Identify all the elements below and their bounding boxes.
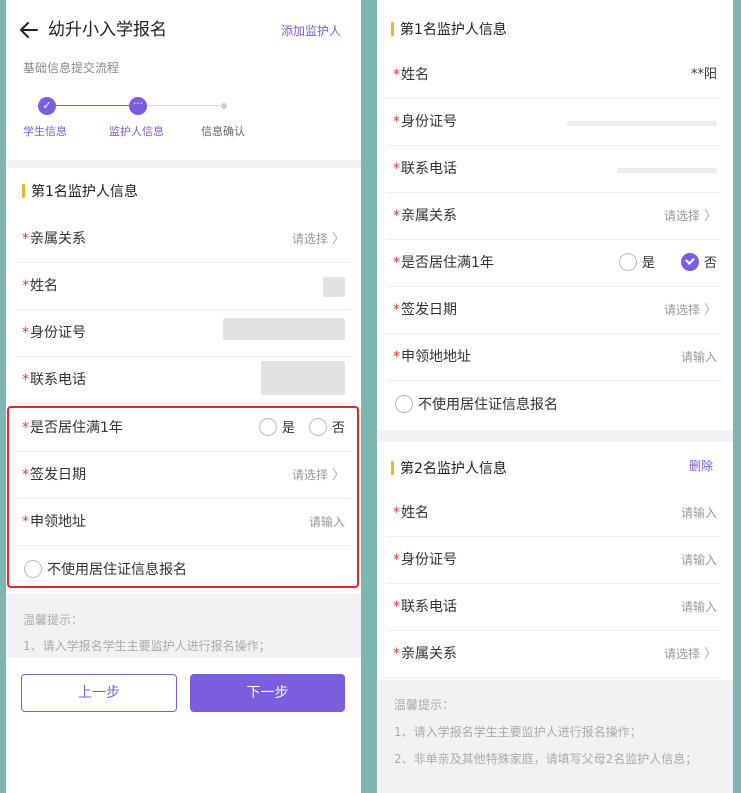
g2-relation-label: *亲属关系 bbox=[393, 646, 457, 662]
g2-name-row[interactable]: *姓名 请输入 bbox=[387, 490, 723, 537]
g1-residence-row: *是否居住满1年 是 否 bbox=[387, 240, 723, 287]
g1-relation-label: *亲属关系 bbox=[393, 208, 457, 224]
delete-guardian2-link[interactable]: 删除 bbox=[689, 457, 713, 475]
g1-relation-value: 请选择〉 bbox=[663, 209, 717, 224]
id-number-label: *身份证号 bbox=[22, 325, 86, 341]
g1-relation-row[interactable]: *亲属关系 请选择〉 bbox=[387, 193, 723, 240]
guardian2-title: 第2名监护人信息 bbox=[391, 459, 507, 479]
g1-address-label: *申领地地址 bbox=[393, 349, 471, 365]
g1-issue-date-label: *签发日期 bbox=[393, 302, 457, 318]
tip-line-2: 2、非单亲及其他特殊家庭，请填写父母2名监护人信息； bbox=[394, 752, 698, 766]
g2-relation-value: 请选择〉 bbox=[663, 647, 717, 662]
divider bbox=[6, 160, 361, 168]
chevron-right-icon: 〉 bbox=[703, 647, 717, 662]
g2-relation-row[interactable]: *亲属关系 请选择〉 bbox=[387, 631, 723, 678]
step-done-icon: ✓ bbox=[38, 97, 56, 115]
chevron-right-icon: 〉 bbox=[703, 209, 717, 224]
g1-address-value: 请输入 bbox=[680, 350, 717, 364]
g1-name-label: *姓名 bbox=[393, 67, 429, 83]
g2-name-value: 请输入 bbox=[680, 506, 717, 520]
g1-id-label: *身份证号 bbox=[393, 114, 457, 130]
chevron-right-icon: 〉 bbox=[703, 303, 717, 318]
tips-title: 温馨提示： bbox=[394, 698, 455, 712]
g1-address-row[interactable]: *申领地地址 请输入 bbox=[387, 334, 723, 381]
step-label-student: 学生信息 bbox=[23, 125, 67, 138]
g1-issue-date-value: 请选择〉 bbox=[663, 303, 717, 318]
redacted-phone bbox=[261, 361, 345, 395]
back-arrow-icon[interactable] bbox=[18, 19, 40, 41]
name-label: *姓名 bbox=[22, 278, 58, 294]
step-label-confirm: 信息确认 bbox=[201, 125, 245, 138]
step-pending-icon bbox=[221, 103, 227, 109]
g1-no-permit-option: 不使用居住证信息报名 bbox=[395, 395, 558, 414]
radio-icon bbox=[618, 253, 637, 271]
name-row[interactable]: *姓名 bbox=[16, 263, 351, 310]
g2-name-label: *姓名 bbox=[393, 505, 429, 521]
g2-id-label: *身份证号 bbox=[393, 552, 457, 568]
tips-title: 温馨提示： bbox=[23, 613, 84, 627]
redacted-id-number bbox=[567, 121, 717, 126]
guardian2-title-text: 第2名监护人信息 bbox=[400, 461, 507, 477]
relation-label: *亲属关系 bbox=[22, 231, 86, 247]
g1-name-value: **阳 bbox=[690, 67, 717, 82]
relation-row[interactable]: *亲属关系 请选择〉 bbox=[16, 216, 351, 263]
g1-residence-label: *是否居住满1年 bbox=[393, 255, 494, 271]
guardian1-title-text: 第1名监护人信息 bbox=[400, 22, 507, 38]
radio-icon bbox=[395, 395, 413, 413]
add-guardian-link[interactable]: 添加监护人 bbox=[281, 22, 341, 40]
g1-no-permit-row[interactable]: 不使用居住证信息报名 bbox=[387, 381, 723, 428]
section-bar bbox=[391, 461, 394, 475]
step-line-pending bbox=[146, 105, 224, 106]
g2-id-row[interactable]: *身份证号 请输入 bbox=[387, 537, 723, 584]
section-bar bbox=[391, 22, 394, 36]
section-title: 第1名监护人信息 bbox=[22, 182, 138, 202]
header: 幼升小入学报名 添加监护人 bbox=[6, 0, 361, 62]
g1-residence-yes-option[interactable]: 是 bbox=[618, 253, 655, 271]
g2-phone-row[interactable]: *联系电话 请输入 bbox=[387, 584, 723, 631]
g2-phone-value: 请输入 bbox=[680, 600, 717, 614]
section-bar bbox=[22, 184, 25, 198]
phone-row[interactable]: *联系电话 bbox=[16, 357, 351, 404]
g1-phone-row[interactable]: *联系电话 bbox=[387, 146, 723, 193]
tip-line-1: 1、请入学报名学生主要监护人进行报名操作； bbox=[23, 639, 271, 653]
chevron-right-icon: 〉 bbox=[331, 232, 345, 247]
highlight-box bbox=[7, 406, 359, 588]
flow-subtitle: 基础信息提交流程 bbox=[23, 61, 120, 75]
g1-id-row[interactable]: *身份证号 bbox=[387, 99, 723, 146]
guardian1-title: 第1名监护人信息 bbox=[391, 20, 507, 40]
g1-residence-radio-group: 是 否 bbox=[609, 253, 717, 273]
prev-step-button[interactable]: 上一步 bbox=[21, 674, 177, 712]
redacted-phone bbox=[617, 168, 717, 173]
step-line-done bbox=[48, 105, 132, 106]
divider bbox=[377, 430, 733, 442]
step-label-guardian: 监护人信息 bbox=[109, 125, 164, 138]
redacted-id-number bbox=[223, 318, 345, 340]
right-screen: 第1名监护人信息 *姓名 **阳 *身份证号 *联系电话 *亲属关系 请选择〉 … bbox=[377, 0, 733, 793]
g2-phone-label: *联系电话 bbox=[393, 599, 457, 615]
page-title: 幼升小入学报名 bbox=[48, 20, 167, 40]
tip-line-1: 1、请入学报名学生主要监护人进行报名操作； bbox=[394, 725, 642, 739]
g2-id-value: 请输入 bbox=[680, 553, 717, 567]
g1-phone-label: *联系电话 bbox=[393, 161, 457, 177]
section-title-text: 第1名监护人信息 bbox=[31, 184, 138, 200]
g1-issue-date-row[interactable]: *签发日期 请选择〉 bbox=[387, 287, 723, 334]
relation-value: 请选择〉 bbox=[291, 232, 345, 247]
progress-stepper: ✓ ··· 学生信息 监护人信息 信息确认 bbox=[6, 92, 361, 152]
redacted-name bbox=[323, 277, 345, 297]
step-current-icon: ··· bbox=[129, 97, 147, 115]
id-number-row[interactable]: *身份证号 bbox=[16, 310, 351, 357]
g1-residence-no-option[interactable]: 否 bbox=[680, 253, 717, 271]
radio-checked-icon bbox=[680, 253, 699, 271]
next-step-button[interactable]: 下一步 bbox=[190, 674, 345, 712]
g1-name-row[interactable]: *姓名 **阳 bbox=[387, 52, 723, 99]
phone-label: *联系电话 bbox=[22, 372, 86, 388]
left-screen: 幼升小入学报名 添加监护人 基础信息提交流程 ✓ ··· 学生信息 监护人信息 … bbox=[6, 0, 361, 793]
